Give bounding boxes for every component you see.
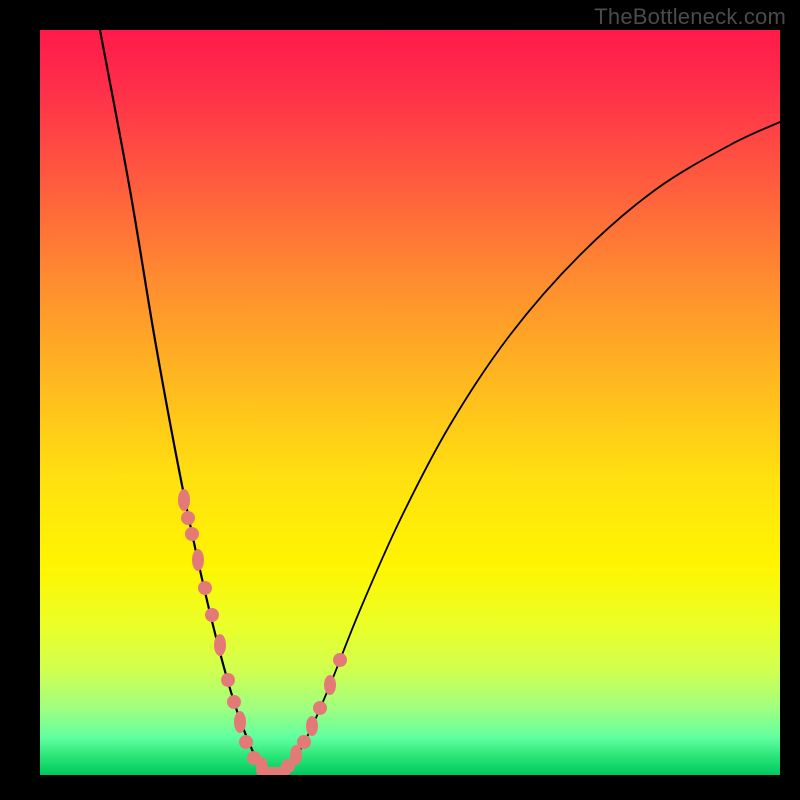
data-markers bbox=[178, 489, 347, 775]
data-point bbox=[221, 673, 235, 687]
curve-layer bbox=[40, 30, 780, 775]
data-cluster bbox=[324, 675, 336, 695]
data-point bbox=[185, 527, 199, 541]
plot-area bbox=[40, 30, 780, 775]
data-point bbox=[181, 511, 195, 525]
data-cluster bbox=[192, 549, 204, 571]
data-cluster bbox=[178, 489, 190, 511]
data-cluster bbox=[234, 711, 246, 733]
data-point bbox=[198, 581, 212, 595]
data-point bbox=[205, 608, 219, 622]
bottleneck-curve-right bbox=[272, 122, 780, 775]
data-point bbox=[333, 653, 347, 667]
data-point bbox=[239, 735, 253, 749]
bottleneck-curve-left bbox=[100, 30, 272, 775]
data-point bbox=[227, 695, 241, 709]
data-cluster bbox=[306, 716, 318, 736]
watermark-text: TheBottleneck.com bbox=[594, 4, 786, 30]
data-cluster bbox=[214, 634, 226, 656]
data-point bbox=[313, 701, 327, 715]
data-cluster bbox=[260, 767, 290, 775]
chart-frame: TheBottleneck.com bbox=[0, 0, 800, 800]
